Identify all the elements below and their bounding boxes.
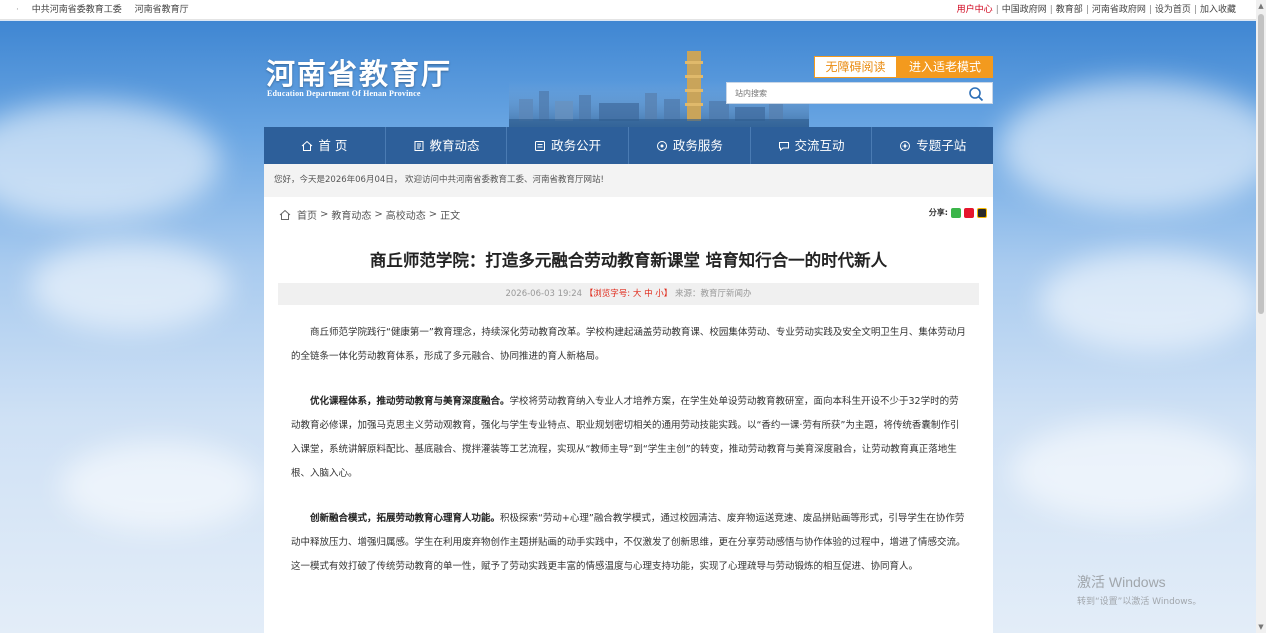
link-education-dept[interactable]: 河南省教育厅 [135, 5, 189, 15]
wechat-share-icon[interactable] [951, 207, 961, 218]
separator: | [1148, 5, 1152, 15]
breadcrumb-education-news[interactable]: 教育动态 [331, 207, 371, 222]
scroll-up-icon[interactable]: ▲ [1256, 0, 1266, 12]
article-paragraph: 优化课程体系，推动劳动教育与美育深度融合。学校将劳动教育纳入专业人才培养方案，在… [291, 390, 968, 486]
link-henan-gov[interactable]: 河南省政府网 [1092, 5, 1146, 15]
accessible-reading-button[interactable]: 无障碍阅读 [814, 56, 897, 78]
paragraph-heading: 创新融合模式，拓展劳动教育心理育人功能。 [310, 513, 501, 524]
greeting-bar: 您好，今天是2026年06月04日， 欢迎访问中共河南省委教育工委、河南省教育厅… [264, 164, 993, 197]
main-content: 您好，今天是2026年06月04日， 欢迎访问中共河南省委教育工委、河南省教育厅… [264, 164, 993, 633]
nav-gov-affairs[interactable]: 政务公开 [507, 127, 630, 164]
news-icon [414, 140, 423, 151]
article-source: 来源：教育厅新闻办 [674, 289, 752, 299]
qq-share-icon[interactable] [977, 207, 987, 218]
nav-interaction-label: 交流互动 [794, 138, 845, 153]
nav-special-topics[interactable]: 专题子站 [872, 127, 993, 164]
service-icon [656, 140, 667, 151]
nav-education-news-label: 教育动态 [429, 138, 480, 153]
breadcrumb-college-news[interactable]: 高校动态 [386, 207, 426, 222]
nav-gov-service-label: 政务服务 [672, 138, 723, 153]
nav-interaction[interactable]: 交流互动 [751, 127, 873, 164]
nav-special-topics-label: 专题子站 [916, 138, 967, 153]
article-paragraph: 商丘师范学院践行“健康第一”教育理念，持续深化劳动教育改革。学校构建起涵盖劳动教… [291, 327, 966, 362]
document-icon [535, 140, 546, 151]
breadcrumb-current: 正文 [440, 211, 461, 222]
link-moe[interactable]: 教育部 [1056, 5, 1083, 15]
paragraph-heading: 优化课程体系，推动劳动教育与美育深度融合。 [310, 396, 510, 407]
nav-home[interactable]: 首 页 [264, 127, 386, 164]
site-logo[interactable]: 河南省教育厅 [266, 51, 452, 93]
home-icon [279, 209, 291, 220]
nav-home-label: 首 页 [318, 138, 348, 153]
link-user-center[interactable]: 用户中心 [957, 5, 993, 15]
site-header: 河南省教育厅 Education Department Of Henan Pro… [264, 21, 993, 127]
vertical-scrollbar[interactable]: ▲ ▼ [1256, 0, 1266, 633]
link-gov-cn[interactable]: 中国政府网 [1002, 5, 1047, 15]
separator: | [995, 5, 999, 15]
breadcrumb-home[interactable]: 首页 [297, 207, 317, 222]
font-size-switcher[interactable]: 【浏览字号: 大 中 小】 [585, 289, 672, 299]
breadcrumb-separator: > [320, 209, 329, 220]
separator: | [1193, 5, 1197, 15]
elder-mode-button[interactable]: 进入适老模式 [897, 56, 993, 78]
link-party-committee[interactable]: 中共河南省委教育工委 [32, 5, 122, 15]
breadcrumb: 首页 > 教育动态 > 高校动态 > 正文 [279, 207, 460, 222]
search-input[interactable] [735, 86, 955, 100]
article-body: 商丘师范学院践行“健康第一”教育理念，持续深化劳动教育改革。学校构建起涵盖劳动教… [291, 321, 968, 600]
article-date: 2026-06-03 19:24 [505, 289, 583, 299]
topbar-right-links: 用户中心 | 中国政府网 | 教育部 | 河南省政府网 | 设为首页 | 加入收藏 [957, 0, 1236, 20]
link-set-homepage[interactable]: 设为首页 [1155, 5, 1191, 15]
separator: | [1085, 5, 1089, 15]
share-bar: 分享: [929, 207, 987, 218]
nav-gov-service[interactable]: 政务服务 [629, 127, 751, 164]
home-icon [302, 140, 313, 151]
article-paragraph: 创新融合模式，拓展劳动教育心理育人功能。积极探索“劳动+心理”融合教学模式，通过… [291, 507, 968, 579]
chat-icon [778, 141, 789, 151]
scroll-down-icon[interactable]: ▼ [1256, 621, 1266, 633]
weibo-share-icon[interactable] [964, 207, 974, 218]
nav-gov-affairs-label: 政务公开 [551, 138, 602, 153]
separator: | [1049, 5, 1053, 15]
main-nav: 首 页 教育动态 政务公开 政务服务 交流互动 专题子站 [264, 127, 993, 164]
breadcrumb-row: 首页 > 教育动态 > 高校动态 > 正文 分享: [264, 197, 993, 229]
breadcrumb-separator: > [428, 209, 438, 220]
article-meta: 2026-06-03 19:24 【浏览字号: 大 中 小】 来源：教育厅新闻办 [278, 283, 979, 305]
share-label: 分享: [928, 208, 948, 217]
search-icon[interactable] [968, 86, 984, 102]
watermark-subtitle: 转到“设置”以激活 Windows。 [1077, 597, 1202, 607]
nav-education-news[interactable]: 教育动态 [386, 127, 508, 164]
scroll-thumb[interactable] [1258, 14, 1264, 314]
topbar-left-links: · 中共河南省委教育工委 河南省教育厅 [16, 5, 189, 15]
site-search [726, 82, 993, 104]
top-utility-bar: · 中共河南省委教育工委 河南省教育厅 用户中心 | 中国政府网 | 教育部 | 河南省政府… [0, 0, 1256, 20]
link-add-favorite[interactable]: 加入收藏 [1200, 5, 1236, 15]
paragraph-text: 学校将劳动教育纳入专业人才培养方案，在学生处单设劳动教育教研室，面向本科生开设不… [291, 396, 960, 479]
watermark-title: 激活 Windows [1077, 574, 1166, 590]
article-title: 商丘师范学院：打造多元融合劳动教育新课堂 培育知行合一的时代新人 [369, 251, 888, 270]
topic-icon [900, 140, 911, 151]
breadcrumb-separator: > [374, 209, 383, 220]
windows-activation-watermark: 激活 Windows 转到“设置”以激活 Windows。 [1077, 572, 1201, 607]
site-logo-english: Education Department Of Henan Province [267, 89, 421, 98]
